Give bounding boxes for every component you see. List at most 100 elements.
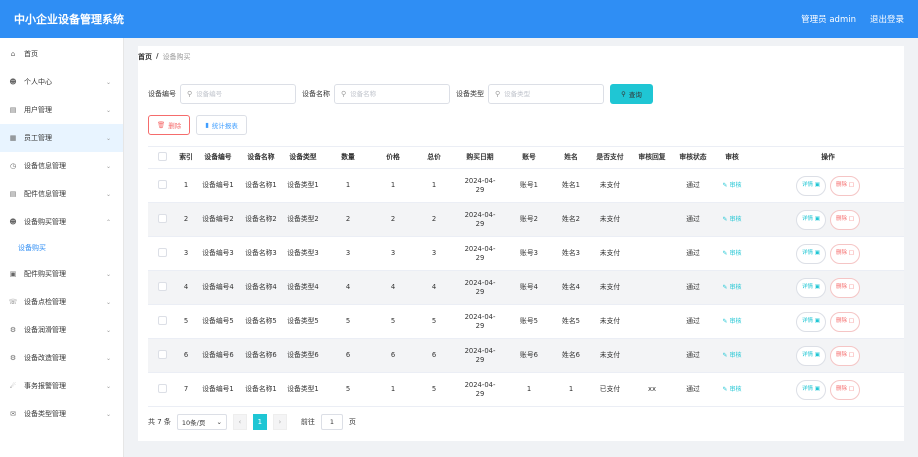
operations-cell: 详情 ▣ 删除 □ [752,277,904,298]
phone-icon: ☏ [8,298,18,306]
sidebar-item[interactable]: ☄ 事务报警管理 ⌄ [0,372,123,400]
sidebar-item[interactable]: ✉ 设备类型管理 ⌄ [0,400,123,428]
audit-link[interactable]: ✎ 审核 [723,352,742,359]
delete-button[interactable]: 删除 □ [830,209,860,230]
audit-link[interactable]: ✎ 审核 [723,250,742,257]
detail-button[interactable]: 详情 ▣ [796,277,826,298]
table-cell: 6 [183,351,189,359]
table-cell: 2024-04- 29 [454,245,506,263]
sidebar-item[interactable]: ◷ 设备信息管理 ⌄ [0,152,123,180]
device-name-field[interactable]: ⚲ [334,84,450,104]
table-cell: 已支付 [599,385,621,393]
detail-button[interactable]: 详情 ▣ [796,243,826,264]
search-button[interactable]: ⚲ 查询 [610,84,653,104]
column-header: 数量 [341,153,355,161]
table-cell: 设备编号5 [202,317,234,325]
table-cell: 2024-04- 29 [454,381,506,399]
table-cell: 设备名称2 [245,215,277,223]
row-checkbox[interactable] [157,213,167,223]
sidebar-item[interactable]: ⚙ 设备改造管理 ⌄ [0,344,123,372]
table-row: 5 设备编号5 设备名称5 设备类型5 5 5 5 2024-04- 29 账号5 姓名5 未支付 通过… [148,305,904,339]
sidebar-item[interactable]: ☻ 设备购买管理 ⌃ [0,208,123,236]
row-select-cell [148,179,176,192]
delete-button-label: 删除 [836,250,848,256]
page-size-value: 10条/页 [181,419,206,427]
column-header: 操作 [821,153,835,161]
sidebar-item[interactable]: ☏ 设备点检管理 ⌄ [0,288,123,316]
chevron-down-icon: ⌄ [105,134,111,142]
select-all-checkbox[interactable] [157,151,167,161]
delete-button[interactable]: 删除 □ [830,277,860,298]
chevron-down-icon: ⌄ [105,410,111,418]
search-button-label: 查询 [628,91,642,99]
delete-button[interactable]: 删除 □ [830,175,860,196]
audit-link[interactable]: ✎ 审核 [723,386,742,393]
next-page-button[interactable]: › [272,414,287,430]
audit-link[interactable]: ✎ 审核 [723,182,742,189]
goto-page-input[interactable]: 1 [320,414,343,430]
sidebar-subitem-device-purchase[interactable]: 设备购买 [0,236,123,260]
operations-cell: 详情 ▣ 删除 □ [752,243,904,264]
delete-button[interactable]: 删除 □ [830,379,860,400]
delete-button[interactable]: 删除 □ [830,345,860,366]
page-number-current[interactable]: 1 [252,414,267,430]
pagination: 共 7 条 10条/页 ⌄ ‹ 1 › 前往 1 页 [148,414,356,430]
audit-link-label: 审核 [729,182,742,189]
stats-report-button[interactable]: ▮ 统计报表 [196,115,247,135]
breadcrumb-home[interactable]: 首页 [138,52,152,62]
logout-link[interactable]: 退出登录 [870,13,904,25]
row-checkbox[interactable] [157,383,167,393]
audit-link[interactable]: ✎ 审核 [723,216,742,223]
table-cell: 设备编号4 [202,283,234,291]
detail-button[interactable]: 详情 ▣ [796,379,826,400]
sidebar-item[interactable]: ▤ 配件信息管理 ⌄ [0,180,123,208]
sidebar-item[interactable]: ▤ 用户管理 ⌄ [0,96,123,124]
table-cell: 通过 [686,351,700,359]
app-title: 中小企业设备管理系统 [14,13,124,26]
table-cell: xx [647,385,657,393]
device-no-field[interactable]: ⚲ [180,84,296,104]
prev-page-button[interactable]: ‹ [232,414,247,430]
row-checkbox[interactable] [157,179,167,189]
table-cell: 通过 [686,385,700,393]
row-checkbox[interactable] [157,349,167,359]
chevron-down-icon: ⌄ [105,162,111,170]
page-unit-label: 页 [348,418,356,426]
detail-button[interactable]: 详情 ▣ [796,345,826,366]
delete-button-label: 删除 [836,318,848,324]
audit-link[interactable]: ✎ 审核 [723,284,742,291]
sidebar-item[interactable]: ⌂ 首页 [0,40,123,68]
bulk-delete-button[interactable]: 🗑︎ 删除 [148,115,191,135]
device-no-input[interactable] [196,90,287,98]
audit-link[interactable]: ✎ 审核 [723,318,742,325]
detail-button[interactable]: 详情 ▣ [796,175,826,196]
device-type-input[interactable] [504,90,595,98]
table-cell: 1 [390,385,396,393]
table-cell: 3 [390,249,396,257]
table-cell: 6 [390,351,396,359]
row-select-cell [148,247,176,260]
delete-button[interactable]: 删除 □ [830,311,860,332]
device-type-field[interactable]: ⚲ [488,84,604,104]
page-size-select[interactable]: 10条/页 ⌄ [176,414,227,430]
date-line: 2024-04- [464,380,496,389]
sidebar-item[interactable]: ☻ 个人中心 ⌄ [0,68,123,96]
row-checkbox[interactable] [157,315,167,325]
device-name-input[interactable] [350,90,441,98]
sidebar-item[interactable]: ▣ 配件购买管理 ⌄ [0,260,123,288]
row-checkbox[interactable] [157,281,167,291]
row-checkbox[interactable] [157,247,167,257]
table-cell: 账号1 [520,181,538,189]
delete-button[interactable]: 删除 □ [830,243,860,264]
detail-button[interactable]: 详情 ▣ [796,311,826,332]
detail-button[interactable]: 详情 ▣ [796,209,826,230]
trash-icon: □ [848,216,854,222]
sidebar-item[interactable]: ⚙ 设备润滑管理 ⌄ [0,316,123,344]
sidebar-item[interactable]: ▦ 员工管理 ⌄ [0,124,123,152]
operations-cell: 详情 ▣ 删除 □ [752,311,904,332]
column-header: 审核状态 [679,153,707,161]
table-cell: 2024-04- 29 [454,347,506,365]
chart-icon: ▣ [9,270,17,278]
audit-cell: ✎ 审核 [712,215,752,224]
table-cell: 设备编号1 [202,181,234,189]
